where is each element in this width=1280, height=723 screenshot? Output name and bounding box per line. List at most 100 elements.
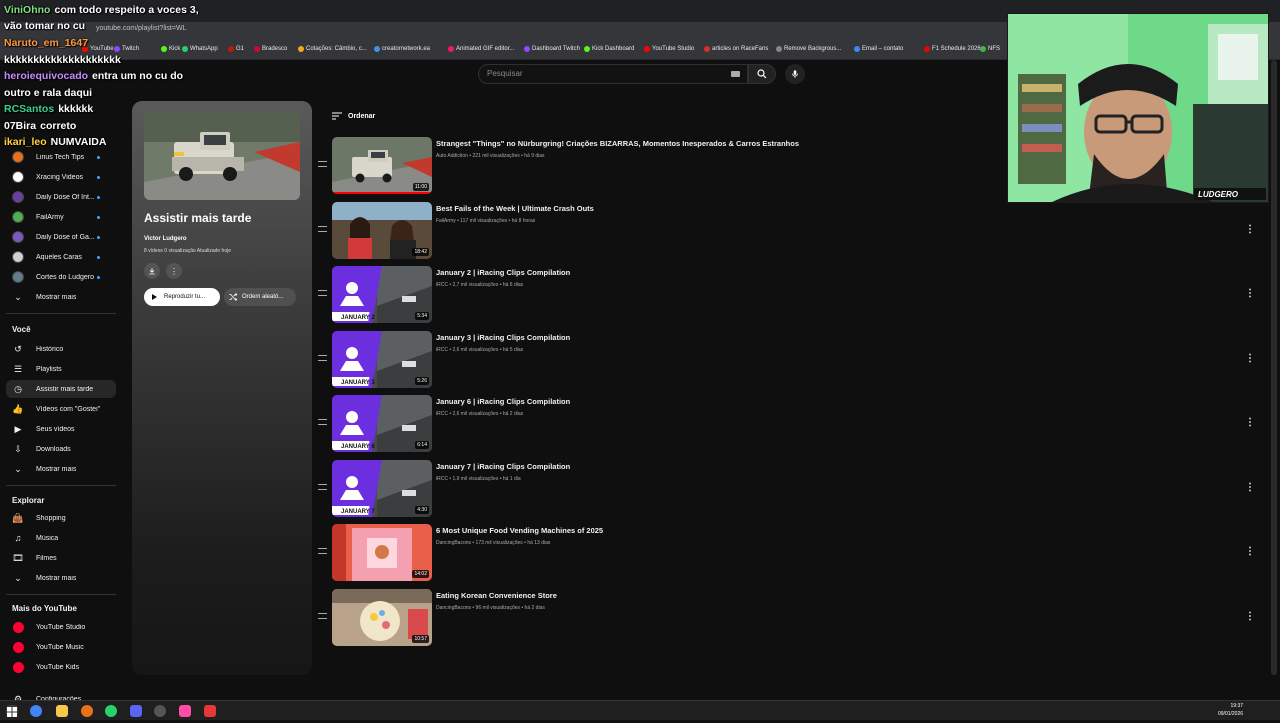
sidebar-item-watch-later[interactable]: ◷ Assistir mais tarde [6, 380, 116, 398]
more-vert-icon[interactable]: ⋮ [1244, 609, 1256, 623]
drag-handle-icon[interactable] [318, 290, 327, 296]
playlist-video-row[interactable]: 10:57 Eating Korean Convenience Store Danc… [318, 589, 1263, 649]
video-thumbnail[interactable]: 10:57 [332, 589, 432, 646]
sidebar-item-music[interactable]: ♫ Música [6, 529, 116, 547]
bookmark-item[interactable]: articles on RaceFans [704, 46, 768, 52]
video-duration: 5:34 [415, 312, 429, 320]
drag-handle-icon[interactable] [318, 484, 327, 490]
sidebar-item-subscription[interactable]: Cortes do Ludgero [6, 268, 116, 286]
bookmark-item[interactable]: Email – contato [854, 46, 903, 52]
app-icon-pink[interactable] [179, 705, 191, 717]
playlist-video-row[interactable]: JANUARY 6 6:14 January 6 | iRacing Clips C… [318, 395, 1263, 455]
video-title[interactable]: Eating Korean Convenience Store [436, 591, 557, 600]
sidebar-item-youtube-app[interactable]: YouTube Kids [6, 658, 116, 676]
video-title[interactable]: January 6 | iRacing Clips Compilation [436, 397, 570, 406]
more-options-button[interactable]: ⋮ [166, 263, 182, 279]
bookmark-item[interactable]: YouTube Studio [644, 46, 694, 52]
drag-handle-icon[interactable] [318, 548, 327, 554]
playlist-video-row[interactable]: 18:42 Best Fails of the Week | Ultimate C… [318, 202, 1263, 262]
drag-handle-icon[interactable] [318, 226, 327, 232]
more-vert-icon[interactable]: ⋮ [1244, 480, 1256, 494]
more-vert-icon[interactable]: ⋮ [1244, 222, 1256, 236]
playlist-video-row[interactable]: JANUARY 3 5:26 January 3 | iRacing Clips C… [318, 331, 1263, 391]
sidebar-show-more[interactable]: ⌄ Mostrar mais [6, 288, 116, 306]
drag-handle-icon[interactable] [318, 419, 327, 425]
bookmark-item[interactable]: Dashboard Twitch [524, 46, 580, 52]
chat-message: RCSantos kkkkkk [4, 103, 93, 115]
bookmark-favicon-icon [776, 46, 782, 52]
sidebar-item-subscription[interactable]: Daily Dose Of Int... [6, 188, 116, 206]
search-button[interactable] [748, 64, 776, 84]
bookmark-item[interactable]: NFS [980, 46, 1000, 52]
sidebar-item-label: Mostrar mais [36, 293, 77, 301]
sidebar-item-history[interactable]: ↺ Histórico [6, 340, 116, 358]
voice-search-button[interactable] [785, 64, 805, 84]
playlist-owner[interactable]: Victor Ludgero [144, 236, 187, 242]
sidebar-item-subscription[interactable]: Aqueles Caras [6, 248, 116, 266]
sidebar-item-youtube-app[interactable]: YouTube Studio [6, 618, 116, 636]
webcam-overlay: LUDGERO [1007, 13, 1269, 203]
file-explorer-icon[interactable] [56, 705, 68, 717]
video-thumbnail[interactable]: JANUARY 3 5:26 [332, 331, 432, 388]
sidebar-item-playlists[interactable]: ☰ Playlists [6, 360, 116, 378]
video-title[interactable]: January 7 | iRacing Clips Compilation [436, 462, 570, 471]
shuffle-button[interactable]: Ordem aleató... [224, 288, 296, 306]
download-button[interactable] [144, 263, 160, 279]
sidebar-item-movies[interactable]: 🎞 Filmes [6, 549, 116, 567]
bookmark-item[interactable]: creatornetwork.ea [374, 46, 430, 52]
video-thumbnail[interactable]: 18:42 [332, 202, 432, 259]
discord-icon[interactable] [130, 705, 142, 717]
bookmark-item[interactable]: Cotações: Câmbio, c... [298, 46, 367, 52]
obs-icon[interactable] [154, 705, 166, 717]
sidebar-item-youtube-app[interactable]: YouTube Music [6, 638, 116, 656]
video-thumbnail[interactable]: JANUARY 2 5:34 [332, 266, 432, 323]
windows-start-icon[interactable] [6, 705, 18, 717]
sort-button[interactable]: Ordenar [332, 112, 375, 120]
bookmark-item[interactable]: Animated GIF editor... [448, 46, 514, 52]
video-thumbnail[interactable]: JANUARY 6 6:14 [332, 395, 432, 452]
chrome-icon[interactable] [30, 705, 42, 717]
video-thumbnail[interactable]: 14:02 [332, 524, 432, 581]
play-all-button[interactable]: Reproduzir tu... [144, 288, 220, 306]
bookmark-item[interactable]: Kick Dashboard [584, 46, 634, 52]
page-scrollbar[interactable] [1271, 60, 1277, 675]
keyboard-icon[interactable] [731, 71, 740, 77]
search-input[interactable]: Pesquisar [478, 64, 748, 84]
video-title[interactable]: 6 Most Unique Food Vending Machines of 2… [436, 526, 603, 535]
sidebar-item-chevron-down[interactable]: ⌄ Mostrar mais [6, 569, 116, 587]
video-thumbnail[interactable]: JANUARY 7 4:30 [332, 460, 432, 517]
more-vert-icon[interactable]: ⋮ [1244, 286, 1256, 300]
playlist-video-row[interactable]: JANUARY 7 4:30 January 7 | iRacing Clips C… [318, 460, 1263, 520]
more-vert-icon[interactable]: ⋮ [1244, 415, 1256, 429]
bookmark-item[interactable]: Remove Backgrous... [776, 46, 841, 52]
sidebar-item-shopping[interactable]: 👜 Shopping [6, 509, 116, 527]
sidebar-item-your-videos[interactable]: ▶ Seus vídeos [6, 420, 116, 438]
whatsapp-icon[interactable] [105, 705, 117, 717]
sidebar-item-subscription[interactable]: FailArmy [6, 208, 116, 226]
app-icon-red[interactable] [204, 705, 216, 717]
bookmark-item[interactable]: G1 [228, 46, 244, 52]
playlist-video-row[interactable]: 14:02 6 Most Unique Food Vending Machines… [318, 524, 1263, 584]
sidebar-item-chevron-down[interactable]: ⌄ Mostrar mais [6, 460, 116, 478]
app-icon-orange[interactable] [81, 705, 93, 717]
video-title[interactable]: January 2 | iRacing Clips Compilation [436, 268, 570, 277]
drag-handle-icon[interactable] [318, 355, 327, 361]
sidebar-item-subscription[interactable]: Xracing Videos [6, 168, 116, 186]
more-vert-icon[interactable]: ⋮ [1244, 544, 1256, 558]
video-title[interactable]: Strangest "Things" no Nürburgring! Criaç… [436, 139, 799, 148]
bookmark-item[interactable]: Bradesco [254, 46, 287, 52]
sidebar-heading-you[interactable]: Você [12, 325, 31, 334]
drag-handle-icon[interactable] [318, 613, 327, 619]
drag-handle-icon[interactable] [318, 161, 327, 167]
playlist-video-row[interactable]: JANUARY 2 5:34 January 2 | iRacing Clips C… [318, 266, 1263, 326]
video-title[interactable]: Best Fails of the Week | Ultimate Crash … [436, 204, 594, 213]
video-title[interactable]: January 3 | iRacing Clips Compilation [436, 333, 570, 342]
sidebar-item-subscription[interactable]: Daily Dose of Ga... [6, 228, 116, 246]
sidebar-item-label: Downloads [36, 445, 71, 453]
video-thumbnail[interactable]: 11:00 [332, 137, 432, 194]
sidebar-item-download[interactable]: ⇩ Downloads [6, 440, 116, 458]
system-clock[interactable]: 19:37 09/01/2026 [1218, 702, 1243, 718]
bookmark-item[interactable]: F1 Schedule 2026 [924, 46, 981, 52]
sidebar-item-like[interactable]: 👍 Vídeos com "Gostei" [6, 400, 116, 418]
more-vert-icon[interactable]: ⋮ [1244, 351, 1256, 365]
